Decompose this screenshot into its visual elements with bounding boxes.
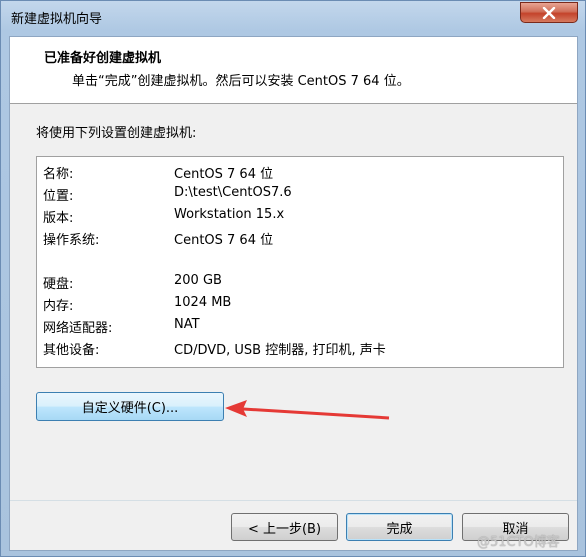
title-bar[interactable]: 新建虚拟机向导 [1,1,586,35]
header-title: 已准备好创建虚拟机 [44,51,162,66]
close-button[interactable] [520,2,578,23]
row-key: 版本: [43,211,74,226]
row-value: 200 GB [174,273,222,288]
summary-row-memory: 内存: 1024 MB [37,292,557,314]
row-key: 硬盘: [43,277,74,292]
dialog-client-area: 已准备好创建虚拟机 单击“完成”创建虚拟机。然后可以安装 CentOS 7 64… [9,36,578,551]
row-key: 网络适配器: [43,321,113,336]
header-subtitle: 单击“完成”创建虚拟机。然后可以安装 CentOS 7 64 位。 [72,74,410,89]
button-separator [10,500,577,501]
window-title: 新建虚拟机向导 [11,12,103,27]
annotation-arrow-icon [225,400,390,420]
finish-button[interactable]: 完成 [346,513,453,541]
watermark: @51CTO博客 [477,535,560,550]
wizard-window: 新建虚拟机向导 已准备好创建虚拟机 单击“完成”创建虚拟机。然后可以安装 Cen… [0,0,586,557]
summary-row-network: 网络适配器: NAT [37,314,557,336]
summary-row-version: 版本: Workstation 15.x [37,204,557,226]
row-value: CentOS 7 64 位 [174,167,274,182]
row-value: 1024 MB [174,295,232,310]
row-key: 其他设备: [43,343,100,358]
summary-row-other-devices: 其他设备: CD/DVD, USB 控制器, 打印机, 声卡 [37,336,557,358]
intro-label: 将使用下列设置创建虚拟机: [36,126,197,141]
row-key: 操作系统: [43,233,100,248]
row-value: CD/DVD, USB 控制器, 打印机, 声卡 [174,343,386,358]
settings-summary: 名称: CentOS 7 64 位 位置: D:\test\CentOS7.6 … [36,156,564,368]
summary-row-name: 名称: CentOS 7 64 位 [37,160,557,182]
customize-hardware-button[interactable]: 自定义硬件(C)... [36,392,224,421]
close-icon [542,6,556,19]
row-value: D:\test\CentOS7.6 [174,185,292,200]
wizard-header: 已准备好创建虚拟机 单击“完成”创建虚拟机。然后可以安装 CentOS 7 64… [10,37,577,104]
back-button[interactable]: < 上一步(B) [231,513,338,541]
summary-row-os: 操作系统: CentOS 7 64 位 [37,226,557,248]
summary-row-location: 位置: D:\test\CentOS7.6 [37,182,557,204]
row-value: NAT [174,317,200,332]
row-key: 名称: [43,167,74,182]
row-value: Workstation 15.x [174,207,285,222]
summary-row-disk: 硬盘: 200 GB [37,270,557,292]
row-value: CentOS 7 64 位 [174,233,274,248]
row-key: 内存: [43,299,74,314]
row-key: 位置: [43,189,74,204]
